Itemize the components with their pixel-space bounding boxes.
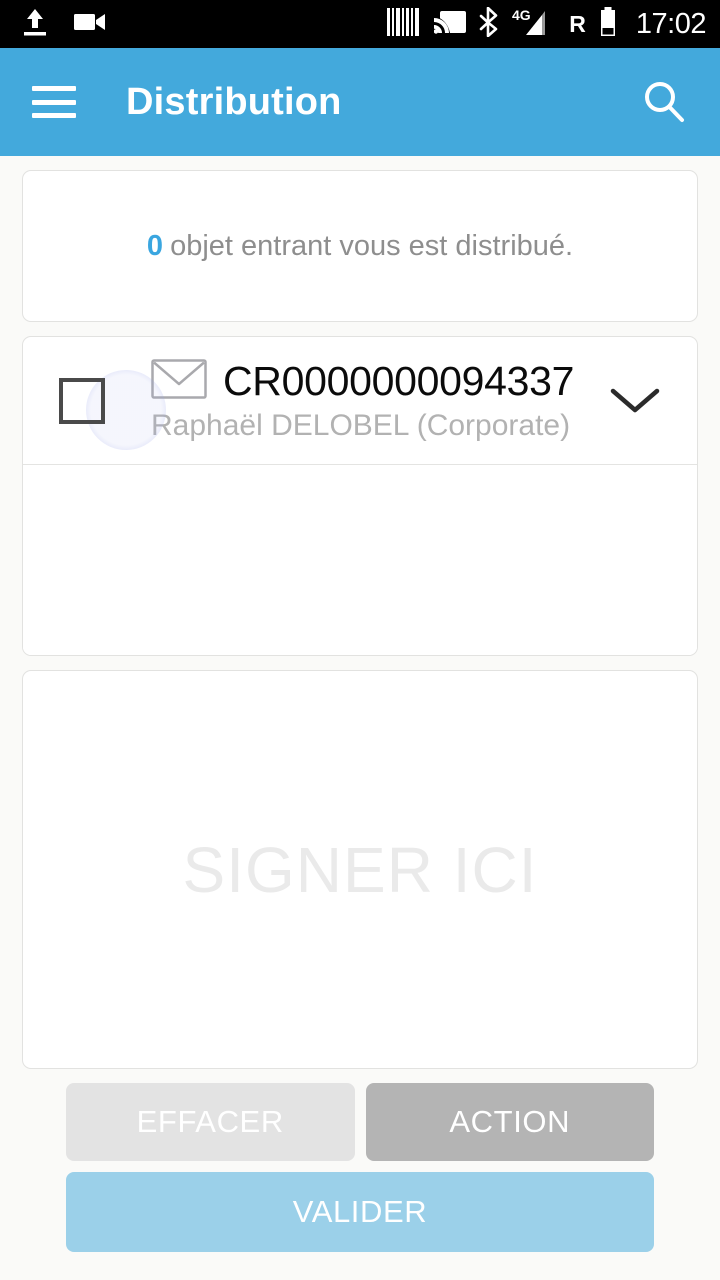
hamburger-bar bbox=[32, 113, 76, 118]
bluetooth-icon bbox=[479, 6, 499, 42]
distribution-item-card: CR0000000094337 Raphaël DELOBEL (Corpora… bbox=[22, 336, 698, 656]
network-4g-icon: 4G bbox=[512, 7, 556, 42]
action-button-area: EFFACER ACTION VALIDER bbox=[0, 1069, 720, 1280]
validate-button[interactable]: VALIDER bbox=[66, 1172, 654, 1252]
search-icon[interactable] bbox=[638, 76, 690, 128]
roaming-icon: R bbox=[569, 10, 586, 37]
app-bar: Distribution bbox=[0, 48, 720, 156]
main-content: 0 objet entrant vous est distribué. CR00… bbox=[0, 156, 720, 1069]
status-bar-clock: 17:02 bbox=[635, 7, 707, 40]
clear-button[interactable]: EFFACER bbox=[66, 1083, 355, 1161]
upload-icon bbox=[22, 7, 48, 42]
item-primary-line: CR0000000094337 bbox=[151, 358, 595, 405]
svg-text:4G: 4G bbox=[512, 7, 531, 23]
item-header-row[interactable]: CR0000000094337 Raphaël DELOBEL (Corpora… bbox=[23, 337, 697, 464]
status-bar-left-icons bbox=[22, 7, 108, 42]
item-select-checkbox[interactable] bbox=[59, 358, 166, 450]
barcode-icon bbox=[387, 7, 421, 41]
cast-icon bbox=[433, 9, 467, 40]
item-recipient: Raphaël DELOBEL (Corporate) bbox=[151, 409, 571, 442]
hamburger-menu-icon[interactable] bbox=[32, 86, 76, 118]
video-camera-icon bbox=[74, 10, 108, 39]
chevron-down-icon[interactable] bbox=[603, 369, 667, 433]
status-bar-right-icons: 4G R 17:02 bbox=[387, 6, 707, 42]
item-detail-panel bbox=[23, 464, 697, 655]
page-title: Distribution bbox=[126, 80, 342, 123]
signature-pad[interactable]: SIGNER ICI bbox=[22, 670, 698, 1069]
secondary-button-row: EFFACER ACTION bbox=[66, 1083, 654, 1161]
incoming-items-count: 0 bbox=[146, 229, 164, 262]
hamburger-bar bbox=[32, 86, 76, 91]
action-button[interactable]: ACTION bbox=[365, 1083, 654, 1161]
app-screen: 4G R 17:02 Distribution 0 objet entrant … bbox=[0, 0, 720, 1280]
item-text-block: CR0000000094337 Raphaël DELOBEL (Corpora… bbox=[151, 358, 595, 443]
hamburger-bar bbox=[32, 99, 76, 105]
envelope-icon bbox=[151, 359, 207, 404]
checkbox-box bbox=[59, 377, 105, 424]
battery-icon bbox=[599, 6, 617, 42]
signature-placeholder: SIGNER ICI bbox=[182, 833, 538, 906]
incoming-items-label: objet entrant vous est distribué. bbox=[170, 229, 574, 262]
item-reference: CR0000000094337 bbox=[223, 358, 575, 404]
status-bar: 4G R 17:02 bbox=[0, 0, 720, 48]
incoming-items-info-card: 0 objet entrant vous est distribué. bbox=[22, 170, 698, 322]
incoming-items-message: 0 objet entrant vous est distribué. bbox=[147, 230, 573, 263]
